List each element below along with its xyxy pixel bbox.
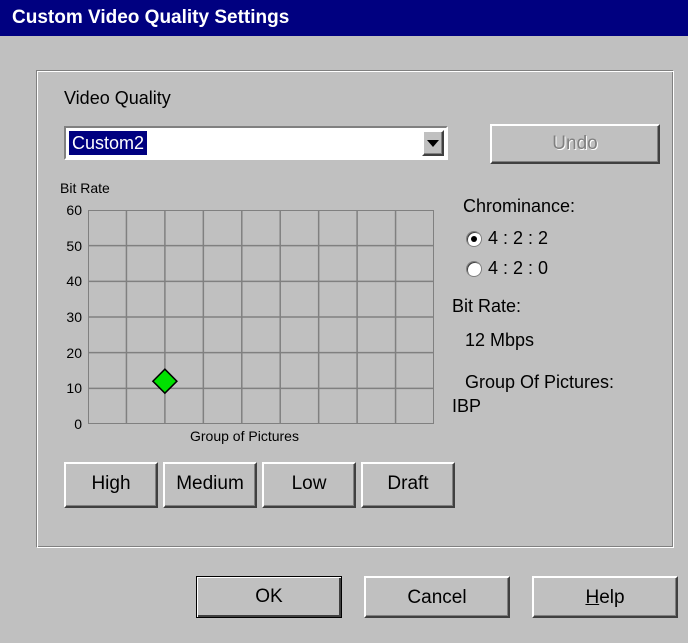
radio-420[interactable]: 4 : 2 : 0 <box>466 258 586 280</box>
dropdown-button[interactable] <box>422 130 444 156</box>
undo-button[interactable]: Undo <box>490 124 660 164</box>
ok-button[interactable]: OK <box>196 576 342 618</box>
combo-selected-value: Custom2 <box>69 131 148 155</box>
chevron-down-icon <box>427 140 439 147</box>
radio-dot <box>471 236 477 242</box>
bitrate-value: 12 Mbps <box>465 330 535 350</box>
y-tick-label: 50 <box>66 237 82 254</box>
title-bar: Custom Video Quality Settings <box>0 0 688 36</box>
video-quality-label: Video Quality <box>64 88 171 108</box>
help-label-rest: elp <box>599 587 625 608</box>
y-tick-label: 40 <box>66 273 82 290</box>
radio-422-label: 4 : 2 : 2 <box>488 228 549 248</box>
preset-draft-button[interactable]: Draft <box>361 462 455 508</box>
radio-420-circle[interactable] <box>466 261 482 277</box>
help-button[interactable]: Help <box>532 576 678 618</box>
radio-422[interactable]: 4 : 2 : 2 <box>466 228 586 250</box>
gop-value: IBP <box>452 396 482 416</box>
chart-y-label: Bit Rate <box>60 180 110 196</box>
y-tick-label: 10 <box>66 380 82 397</box>
bitrate-chart[interactable] <box>88 210 434 424</box>
y-tick-label: 20 <box>66 344 82 361</box>
radio-420-label: 4 : 2 : 0 <box>488 258 549 278</box>
preset-low-button[interactable]: Low <box>262 462 356 508</box>
chart-grid <box>88 210 434 424</box>
window-title: Custom Video Quality Settings <box>12 7 290 28</box>
chrominance-label: Chrominance: <box>463 196 576 216</box>
help-mnemonic: H <box>585 587 600 608</box>
y-tick-label: 60 <box>66 202 82 218</box>
chart-x-label: Group of Pictures <box>190 428 299 444</box>
bitrate-label: Bit Rate: <box>452 296 522 316</box>
y-tick-label: 30 <box>66 309 82 325</box>
preset-medium-button[interactable]: Medium <box>163 462 257 508</box>
gop-label: Group Of Pictures: <box>465 372 615 392</box>
preset-high-button[interactable]: High <box>64 462 158 508</box>
radio-422-circle[interactable] <box>466 231 482 247</box>
video-quality-combo[interactable]: Custom2 <box>64 126 448 160</box>
cancel-button[interactable]: Cancel <box>364 576 510 618</box>
y-tick-label: 0 <box>74 416 82 432</box>
